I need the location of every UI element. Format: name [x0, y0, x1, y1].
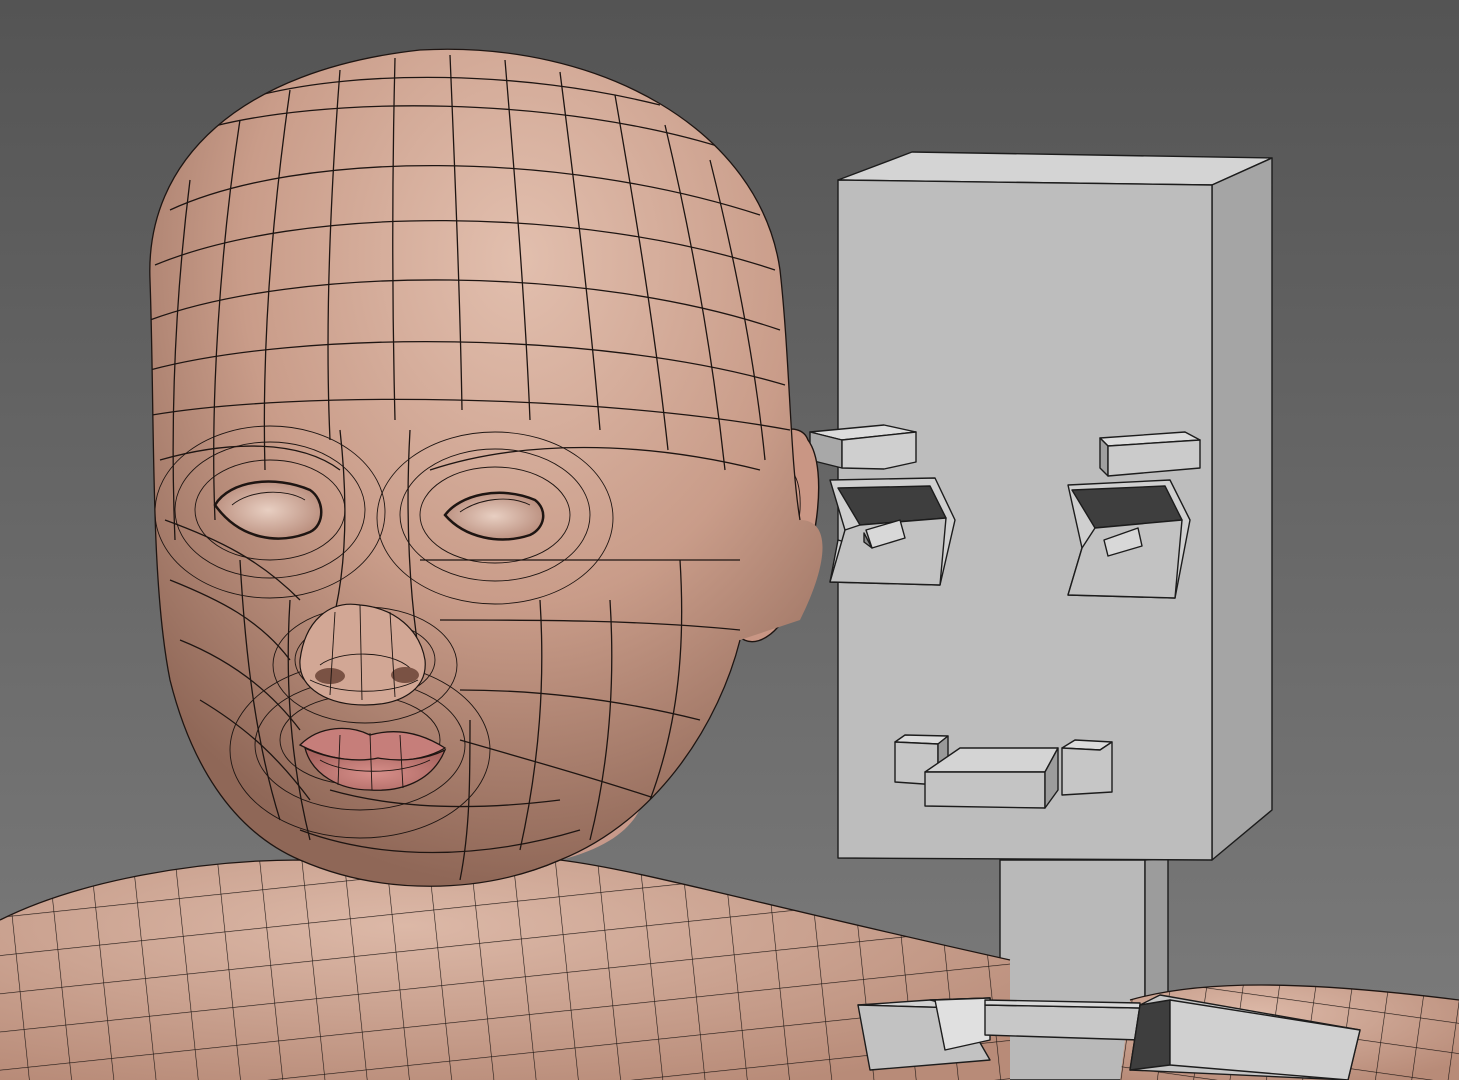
rig-head-top: [837, 151, 1273, 186]
mouth-corner-right-control[interactable]: [1061, 739, 1113, 796]
clavicle-control[interactable]: [984, 999, 1141, 1041]
eye-right-control[interactable]: [1067, 479, 1191, 599]
brow-right-control[interactable]: [1099, 431, 1201, 477]
viewport-canvas[interactable]: [0, 0, 1459, 1080]
eye-left-control[interactable]: [829, 477, 956, 586]
3d-viewport[interactable]: [0, 0, 1459, 1080]
brow-left-control[interactable]: [809, 424, 917, 470]
shoulder-left-control[interactable]: [857, 997, 996, 1071]
rig-neck[interactable]: [999, 859, 1146, 1080]
rig-head-side: [1211, 157, 1273, 861]
